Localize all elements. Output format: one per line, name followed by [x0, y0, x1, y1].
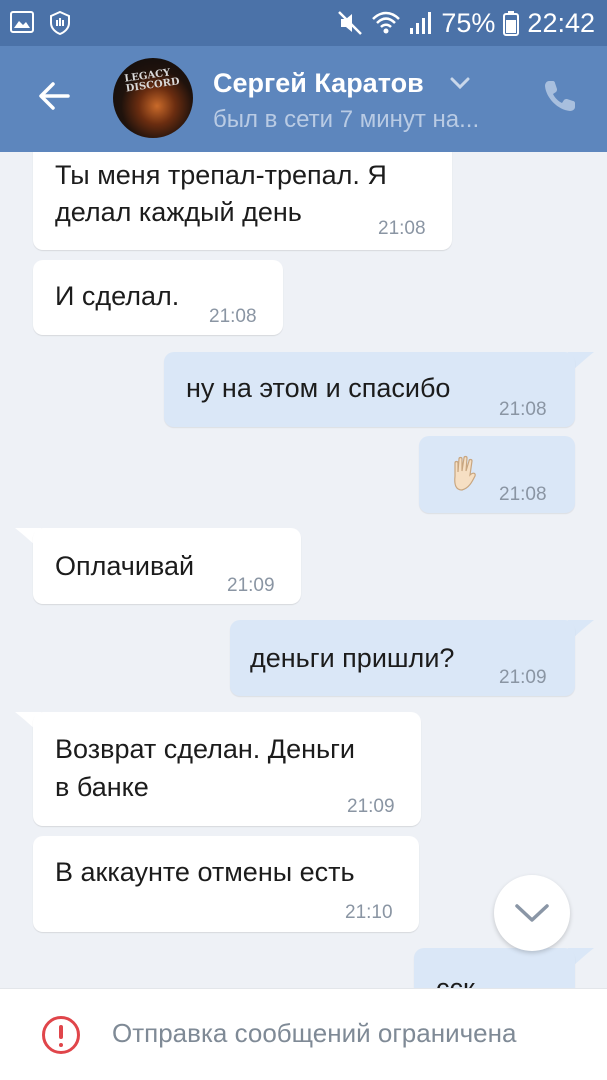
- chevron-down-icon[interactable]: [450, 76, 470, 90]
- message-incoming[interactable]: Ты меня трепал-трепал. Я делал каждый де…: [33, 152, 452, 250]
- wifi-icon: [372, 11, 401, 34]
- message-time: 21:10: [345, 902, 393, 923]
- message-text: делал каждый день: [55, 197, 302, 227]
- chat-header: LEGACY DISCORD Сергей Каратов был в сети…: [0, 46, 607, 152]
- message-time: 21:09: [227, 575, 275, 596]
- message-incoming[interactable]: И сделал. 21:08: [33, 260, 283, 335]
- mute-icon: [338, 11, 363, 35]
- message-outgoing[interactable]: ну на этом и спасибо 21:08: [164, 352, 575, 427]
- message-time: 21:09: [347, 796, 395, 817]
- scroll-to-bottom-button[interactable]: [494, 875, 570, 951]
- message-text: В аккаунте отмены есть: [55, 857, 355, 887]
- avatar[interactable]: LEGACY DISCORD: [113, 58, 193, 138]
- chevron-down-icon: [515, 904, 549, 922]
- warning-icon: [42, 1016, 80, 1054]
- message-incoming[interactable]: В аккаунте отмены есть 21:10: [33, 836, 419, 932]
- avatar-logo: LEGACY DISCORD: [123, 67, 181, 95]
- signal-icon: [410, 12, 432, 34]
- contact-name[interactable]: Сергей Каратов: [213, 68, 424, 99]
- message-incoming[interactable]: Возврат сделан. Деньги в банке 21:09: [33, 712, 421, 826]
- hand-shield-notification-icon: [50, 11, 70, 35]
- message-incoming[interactable]: Оплачивай 21:09: [33, 528, 301, 604]
- message-text: Возврат сделан. Деньги: [55, 734, 356, 764]
- battery-percent: 75%: [441, 8, 496, 38]
- message-restriction-bar: Отправка сообщений ограничена: [0, 988, 607, 1080]
- message-time: 21:08: [378, 218, 426, 239]
- status-bar: 75% 22:42: [0, 0, 607, 46]
- restriction-notice: Отправка сообщений ограничена: [112, 1018, 517, 1048]
- message-text: ну на этом и спасибо: [186, 373, 451, 403]
- phone-icon[interactable]: [540, 76, 580, 116]
- message-text: деньги пришли?: [250, 643, 455, 673]
- battery-icon: [503, 11, 520, 36]
- message-outgoing[interactable]: 21:08: [419, 436, 575, 513]
- last-seen-status: был в сети 7 минут на...: [213, 106, 480, 133]
- message-text: Оплачивай: [55, 551, 195, 581]
- clock: 22:42: [527, 8, 595, 38]
- gallery-notification-icon: [10, 11, 34, 33]
- message-time: 21:09: [499, 667, 547, 688]
- message-text: сск: [436, 973, 475, 988]
- message-time: 21:08: [499, 399, 547, 420]
- message-time: 21:08: [499, 484, 547, 505]
- message-outgoing[interactable]: деньги пришли? 21:09: [230, 620, 575, 696]
- message-list[interactable]: Ты меня трепал-трепал. Я делал каждый де…: [0, 152, 607, 988]
- message-time: 21:08: [209, 306, 257, 327]
- message-outgoing[interactable]: сск: [414, 948, 575, 988]
- message-text: в банке: [55, 772, 149, 802]
- raised-hand-emoji-icon: [454, 455, 476, 491]
- message-text: Ты меня трепал-трепал. Я: [55, 160, 387, 190]
- message-text: И сделал.: [55, 281, 180, 311]
- back-arrow-icon[interactable]: [34, 76, 74, 116]
